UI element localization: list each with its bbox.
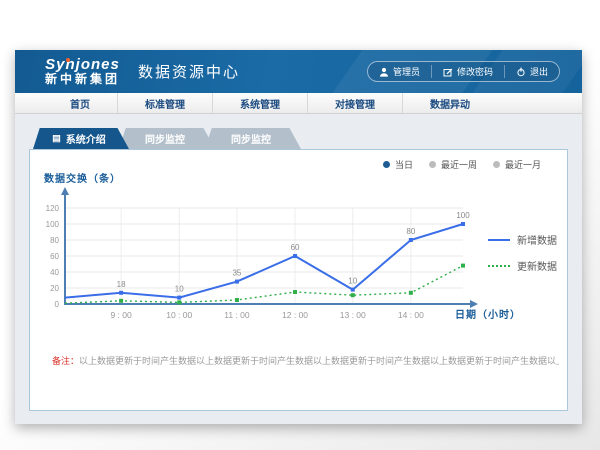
person-icon	[379, 67, 389, 77]
logout-label: 退出	[530, 65, 548, 78]
tab-label: 同步监控	[145, 131, 185, 146]
logo-text-en: Synjones	[45, 57, 120, 73]
svg-text:40: 40	[50, 268, 59, 277]
svg-text:14 : 00: 14 : 00	[398, 310, 424, 320]
range-radio[interactable]: 最近一月	[493, 158, 541, 171]
svg-text:10 : 00: 10 : 00	[166, 310, 192, 320]
nav-item[interactable]: 标准管理	[117, 93, 212, 113]
chart-legend: 新增数据更新数据	[488, 232, 557, 273]
svg-text:10: 10	[175, 285, 184, 294]
nav-item[interactable]: 系统管理	[212, 93, 307, 113]
radio-label: 当日	[395, 158, 413, 171]
tab-label: 同步监控	[231, 131, 271, 146]
radio-label: 最近一月	[505, 158, 541, 171]
content-area: ▤ 系统介绍 同步监控 同步监控 当日 最近一周 最近一月 数据交换（条） 0 20 40 60…	[15, 114, 582, 411]
svg-text:11 : 00: 11 : 00	[224, 310, 250, 320]
app-window: Synjones 新中新集团 数据资源中心 管理员 修改密码	[15, 50, 582, 424]
range-radio[interactable]: 最近一周	[429, 158, 477, 171]
change-password-button[interactable]: 修改密码	[431, 65, 504, 78]
logout-button[interactable]: 退出	[504, 65, 559, 78]
tab-label: 系统介绍	[66, 131, 106, 146]
nav: 首页标准管理系统管理对接管理数据异动	[15, 93, 582, 114]
svg-text:20: 20	[50, 284, 59, 293]
svg-text:80: 80	[50, 236, 59, 245]
footnote-text: 以上数据更新于时间产生数据以上数据更新于时间产生数据以上数据更新于时间产生数据以…	[79, 356, 559, 366]
y-axis-title: 数据交换（条）	[44, 170, 121, 185]
radio-label: 最近一周	[441, 158, 477, 171]
svg-text:0: 0	[55, 300, 60, 309]
legend-label: 更新数据	[517, 258, 557, 273]
line-chart: 0 20 40 60 80 100 120 9 : 00 10 : 00 11 : 00 12 : …	[30, 185, 566, 325]
legend-line-sample	[488, 265, 510, 267]
nav-item[interactable]: 数据异动	[402, 93, 497, 113]
range-radio[interactable]: 当日	[383, 158, 413, 171]
change-password-label: 修改密码	[457, 65, 493, 78]
legend-item: 新增数据	[488, 232, 557, 247]
tab-bar: ▤ 系统介绍 同步监控 同步监控	[33, 128, 568, 149]
legend-line-sample	[488, 239, 510, 241]
nav-item[interactable]: 首页	[43, 93, 117, 113]
app-header: Synjones 新中新集团 数据资源中心 管理员 修改密码	[15, 50, 582, 93]
power-icon	[516, 67, 526, 77]
radio-dot-icon	[493, 161, 500, 168]
svg-text:35: 35	[232, 269, 241, 278]
footnote: 备注：以上数据更新于时间产生数据以上数据更新于时间产生数据以上数据更新于时间产生…	[52, 354, 559, 367]
page-title: 数据资源中心	[138, 61, 240, 82]
legend-label: 新增数据	[517, 232, 557, 247]
svg-text:13 : 00: 13 : 00	[340, 310, 366, 320]
document-icon: ▤	[52, 134, 61, 143]
legend-item: 更新数据	[488, 258, 557, 273]
tab[interactable]: 同步监控	[119, 128, 215, 149]
svg-text:120: 120	[46, 204, 60, 213]
svg-text:60: 60	[291, 243, 300, 252]
svg-text:100: 100	[46, 220, 60, 229]
user-name: 管理员	[393, 65, 420, 78]
tab[interactable]: 同步监控	[205, 128, 301, 149]
footnote-prefix: 备注：	[52, 356, 79, 366]
logo-text-cn: 新中新集团	[45, 73, 120, 86]
range-filter: 当日 最近一周 最近一月	[383, 158, 541, 171]
content-panel: 当日 最近一周 最近一月 数据交换（条） 0 20 40 60 80 100 120 9 : 00…	[29, 149, 568, 411]
svg-text:60: 60	[50, 252, 59, 261]
tab[interactable]: ▤ 系统介绍	[33, 128, 129, 149]
radio-dot-icon	[429, 161, 436, 168]
svg-text:12 : 00: 12 : 00	[282, 310, 308, 320]
radio-dot-icon	[383, 161, 390, 168]
edit-icon	[443, 67, 453, 77]
svg-text:9 : 00: 9 : 00	[110, 310, 132, 320]
svg-text:100: 100	[456, 211, 470, 220]
x-axis-title: 日期（小时）	[455, 306, 521, 321]
logo: Synjones 新中新集团	[45, 57, 120, 85]
user-toolbar: 管理员 修改密码 退出	[367, 61, 560, 82]
svg-text:10: 10	[348, 277, 357, 286]
nav-item[interactable]: 对接管理	[307, 93, 402, 113]
svg-text:80: 80	[406, 227, 415, 236]
user-menu[interactable]: 管理员	[368, 65, 431, 78]
svg-text:18: 18	[117, 280, 126, 289]
